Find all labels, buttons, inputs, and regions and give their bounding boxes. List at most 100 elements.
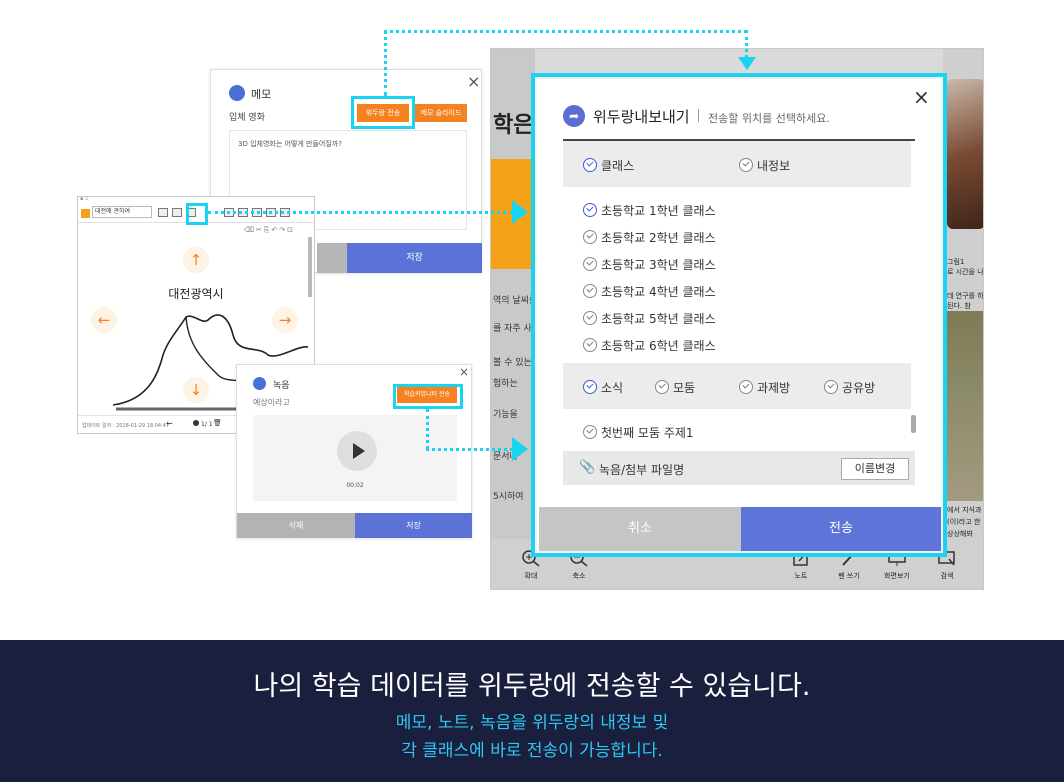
connector-rec-down: [426, 409, 429, 449]
memo-save-button[interactable]: 저장: [347, 243, 482, 273]
banner-subtext-2: 각 클래스에 바로 전송이 가능합니다.: [401, 741, 663, 761]
arrowhead-right-icon: [512, 200, 528, 224]
send-button[interactable]: 전송: [741, 507, 941, 551]
textbook-right-text: 로 시간을 나: [947, 268, 984, 276]
connector-note: [208, 211, 513, 214]
arrowhead-right-icon: [512, 437, 528, 461]
edit-tools[interactable]: ⌫✂⎘↶↷⊡: [244, 226, 295, 235]
check-icon: [583, 158, 597, 172]
paste-icon[interactable]: [172, 208, 182, 217]
class-item[interactable]: 초등학교 5학년 클래스: [583, 310, 716, 327]
option-my-info-label: 내정보: [757, 159, 791, 173]
artifact-photo: [947, 79, 983, 229]
option-assignment[interactable]: 과제방: [739, 379, 790, 396]
textbook-right-text: 그림1: [947, 258, 965, 266]
memo-title: 메모: [251, 88, 272, 101]
option-share[interactable]: 공유방: [824, 379, 875, 396]
check-icon: [739, 380, 753, 394]
class-item-label: 초등학교 3학년 클래스: [601, 258, 716, 272]
option-news-label: 소식: [601, 381, 624, 395]
topic-item[interactable]: 첫번째 모둠 주제1: [583, 424, 694, 441]
option-my-info[interactable]: 내정보: [739, 157, 790, 174]
textbook-heading: 학은: [493, 113, 534, 138]
close-icon[interactable]: ×: [913, 85, 930, 109]
check-icon: [583, 380, 597, 394]
file-name-bar: 📎 녹음/첨부 파일명 이름변경: [563, 451, 915, 485]
menu-icon[interactable]: [81, 209, 90, 218]
textbook-snippet: 5시하여: [493, 492, 524, 502]
title-divider: [698, 109, 699, 122]
option-class-label: 클래스: [601, 159, 635, 173]
updated-at: 업데이트 일자 : 2018-01-29 18:04:47: [82, 423, 170, 429]
check-icon: [824, 380, 838, 394]
note-label: 노트: [794, 572, 808, 580]
zoom-out-label: 축소: [572, 572, 586, 580]
close-icon[interactable]: ×: [467, 72, 480, 91]
list-scrollbar[interactable]: [911, 415, 916, 433]
class-item-label: 초등학교 4학년 클래스: [601, 285, 716, 299]
class-item[interactable]: 초등학교 2학년 클래스: [583, 229, 716, 246]
copy-icon[interactable]: [158, 208, 168, 217]
class-item-label: 초등학교 2학년 클래스: [601, 231, 716, 245]
tutorial-canvas: 학은 역의 날씨를 를 자주 사용 볼 수 있는 2 험하는 기능을 문서나 5…: [0, 0, 1064, 640]
check-icon: [583, 425, 597, 439]
connector-rec: [426, 448, 513, 451]
rename-button[interactable]: 이름변경: [841, 458, 909, 480]
check-icon: [583, 338, 597, 352]
textbook-right-text: 된다. 참: [947, 302, 971, 310]
highlight-memo-send: [351, 96, 415, 129]
option-group-label: 모둠: [673, 381, 696, 395]
playback-time: 00:02: [346, 482, 364, 489]
memo-secondary-button[interactable]: [317, 243, 347, 273]
widurang-export-dialog: ➦ 위두랑내보내기 전송할 위치를 선택하세요. × 클래스 내정보 초등학교 …: [531, 73, 947, 557]
banner-subtext-1: 메모, 노트, 녹음을 위두랑의 내정보 및: [395, 713, 669, 733]
note-heading: 대전광역시: [168, 287, 224, 301]
page-total: / 1: [205, 421, 213, 428]
recording-name: 예상이라고: [253, 398, 290, 407]
memo-slide-button[interactable]: 메모 슬라이드: [415, 104, 467, 122]
textbook-right-text: (이)라고 한: [947, 518, 981, 526]
option-class[interactable]: 클래스: [583, 157, 634, 174]
prev-page-icon[interactable]: ←: [166, 419, 173, 428]
class-item-label: 초등학교 6학년 클래스: [601, 339, 716, 353]
trash-icon[interactable]: 🗑: [213, 419, 222, 427]
textbook-snippet: 기능을: [493, 410, 518, 420]
play-icon[interactable]: [337, 431, 377, 471]
check-icon: [583, 230, 597, 244]
textbook-right-text: 데 연구를 하: [947, 292, 984, 300]
check-icon: [583, 311, 597, 325]
class-item[interactable]: 초등학교 6학년 클래스: [583, 337, 716, 354]
file-name-label: 녹음/첨부 파일명: [599, 463, 685, 477]
connector-memo-up: [384, 30, 387, 96]
page-indicator-icon: [193, 420, 199, 426]
search-label: 검색: [940, 572, 954, 580]
zoom-in-label: 확대: [524, 572, 538, 580]
delete-button[interactable]: 삭제: [237, 513, 355, 538]
banner-headline: 나의 학습 데이터를 위두랑에 전송할 수 있습니다.: [253, 671, 811, 702]
paperclip-icon: 📎: [579, 460, 596, 475]
option-news[interactable]: 소식: [583, 379, 623, 396]
check-icon: [739, 158, 753, 172]
note-topic-select[interactable]: 대전에 관하여: [92, 206, 152, 218]
mic-icon: [253, 377, 266, 390]
caption-banner: 나의 학습 데이터를 위두랑에 전송할 수 있습니다. 메모, 노트, 녹음을 …: [0, 640, 1064, 782]
pen-label: 펜 쓰기: [838, 572, 860, 580]
export-title: 위두랑내보내기: [593, 108, 690, 126]
recording-title: 녹음: [273, 381, 290, 391]
class-item[interactable]: 초등학교 1학년 클래스: [583, 202, 716, 219]
connector-memo-down: [745, 30, 748, 58]
textbook-snippet: 험하는: [493, 379, 518, 389]
landscape-photo: [943, 311, 983, 501]
class-item[interactable]: 초등학교 3학년 클래스: [583, 256, 716, 273]
option-group[interactable]: 모둠: [655, 379, 695, 396]
close-icon[interactable]: ×: [459, 365, 469, 379]
recording-save-button[interactable]: 저장: [355, 513, 472, 538]
check-icon: [583, 284, 597, 298]
export-subtitle: 전송할 위치를 선택하세요.: [708, 112, 830, 125]
class-item[interactable]: 초등학교 4학년 클래스: [583, 283, 716, 300]
share-icon: ➦: [563, 105, 585, 127]
arrow-up-icon[interactable]: ↑: [183, 247, 209, 273]
highlight-rec-send: [393, 384, 463, 409]
cancel-button[interactable]: 취소: [539, 507, 741, 551]
check-icon: [583, 257, 597, 271]
